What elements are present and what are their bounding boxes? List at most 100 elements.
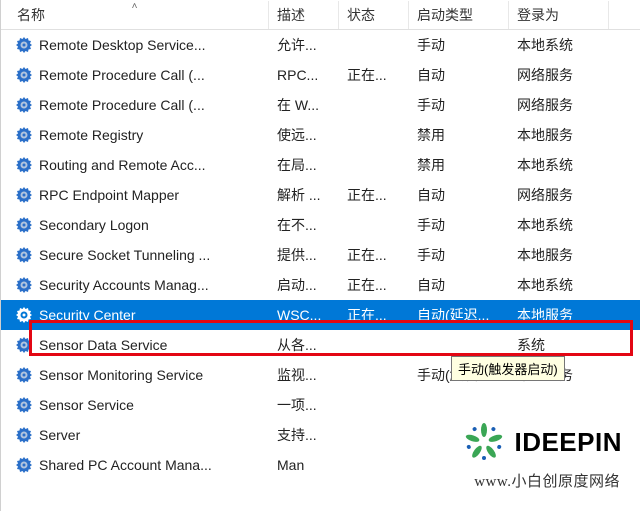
service-status-cell [339, 103, 409, 107]
service-status-cell [339, 403, 409, 407]
service-status-cell: 正在... [339, 63, 409, 87]
service-name-text: Sensor Service [39, 397, 134, 413]
service-startup-cell: 自动(延迟... [409, 303, 509, 327]
service-name-cell: Secure Socket Tunneling ... [1, 244, 269, 266]
service-name-cell: Sensor Service [1, 394, 269, 416]
service-gear-icon [15, 276, 33, 294]
service-name-text: Remote Procedure Call (... [39, 67, 205, 83]
service-name-cell: Remote Procedure Call (... [1, 64, 269, 86]
service-name-cell: Shared PC Account Mana... [1, 454, 269, 476]
service-row[interactable]: Remote Procedure Call (... 在 W... 手动网络服务 [1, 90, 640, 120]
header-startup-label: 启动类型 [417, 7, 473, 23]
service-login-cell: 网络服务 [509, 63, 609, 87]
tooltip: 手动(触发器启动) [451, 356, 565, 381]
header-login-label: 登录为 [517, 7, 559, 23]
service-status-cell [339, 223, 409, 227]
header-desc-label: 描述 [277, 7, 305, 23]
service-row[interactable]: Remote Procedure Call (...RPC...正在...自动网… [1, 60, 640, 90]
service-row[interactable]: Security CenterWSC...正在...自动(延迟...本地服务 [1, 300, 640, 330]
service-gear-icon [15, 96, 33, 114]
service-desc-cell: 监视... [269, 363, 339, 387]
service-name-cell: Security Accounts Manag... [1, 274, 269, 296]
service-row[interactable]: Secure Socket Tunneling ...提供...正在...手动本… [1, 240, 640, 270]
service-desc-cell: WSC... [269, 305, 339, 325]
service-name-text: RPC Endpoint Mapper [39, 187, 179, 203]
service-status-cell [339, 463, 409, 467]
service-login-cell: 本地系统 [509, 153, 609, 177]
watermark-site-text: www.小白创原度网络 [474, 474, 620, 490]
service-desc-cell: 在局... [269, 153, 339, 177]
service-startup-cell: 禁用 [409, 153, 509, 177]
service-login-cell: 网络服务 [509, 93, 609, 117]
service-name-text: Sensor Monitoring Service [39, 367, 203, 383]
service-row[interactable]: RPC Endpoint Mapper解析 ...正在...自动网络服务 [1, 180, 640, 210]
service-gear-icon [15, 306, 33, 324]
service-name-cell: Security Center [1, 304, 269, 326]
service-name-text: Remote Procedure Call (... [39, 97, 205, 113]
header-name[interactable]: 名称 ˄ [1, 1, 269, 29]
service-desc-cell: RPC... [269, 65, 339, 85]
service-gear-icon [15, 36, 33, 54]
service-login-cell: 系统 [509, 333, 609, 357]
service-desc-cell: 提供... [269, 243, 339, 267]
service-name-text: Security Accounts Manag... [39, 277, 209, 293]
service-gear-icon [15, 336, 33, 354]
service-row[interactable]: Secondary Logon在不...手动本地系统 [1, 210, 640, 240]
service-name-cell: RPC Endpoint Mapper [1, 184, 269, 206]
service-startup-cell: 手动 [409, 93, 509, 117]
service-row[interactable]: Remote Registry使远...禁用本地服务 [1, 120, 640, 150]
service-desc-cell: 解析 ... [269, 183, 339, 207]
header-login[interactable]: 登录为 [509, 1, 609, 29]
swirl-icon [460, 421, 508, 463]
service-startup-cell: 手动 [409, 213, 509, 237]
service-desc-cell: 在 W... [269, 93, 339, 117]
service-name-cell: Sensor Data Service [1, 334, 269, 356]
service-name-cell: Secondary Logon [1, 214, 269, 236]
watermark-logo: IDEEPIN [460, 421, 622, 463]
service-row[interactable]: Sensor Service 一项... [1, 390, 640, 420]
service-desc-cell: 一项... [269, 393, 339, 417]
header-status-label: 状态 [347, 7, 375, 23]
service-startup-cell: 禁用 [409, 123, 509, 147]
service-name-text: Secondary Logon [39, 217, 149, 233]
watermark-site: www.小白创原度网络 [474, 470, 620, 491]
service-gear-icon [15, 396, 33, 414]
service-login-cell [509, 403, 609, 407]
service-status-cell [339, 133, 409, 137]
header-status[interactable]: 状态 [339, 1, 409, 29]
service-name-text: Remote Registry [39, 127, 143, 143]
service-name-text: Security Center [39, 307, 135, 323]
service-gear-icon [15, 216, 33, 234]
service-status-cell [339, 373, 409, 377]
service-name-cell: Sensor Monitoring Service [1, 364, 269, 386]
service-name-cell: Remote Desktop Service... [1, 34, 269, 56]
service-desc-cell: 使远... [269, 123, 339, 147]
service-startup-cell: 自动 [409, 273, 509, 297]
service-startup-cell [409, 343, 509, 347]
service-status-cell: 正在... [339, 183, 409, 207]
service-name-text: Secure Socket Tunneling ... [39, 247, 210, 263]
service-row[interactable]: Routing and Remote Acc...在局...禁用本地系统 [1, 150, 640, 180]
header-startup[interactable]: 启动类型 [409, 1, 509, 29]
service-status-cell [339, 43, 409, 47]
service-gear-icon [15, 456, 33, 474]
service-gear-icon [15, 426, 33, 444]
service-startup-cell [409, 403, 509, 407]
service-name-cell: Server [1, 424, 269, 446]
service-name-cell: Remote Registry [1, 124, 269, 146]
service-name-text: Remote Desktop Service... [39, 37, 206, 53]
service-login-cell: 本地服务 [509, 243, 609, 267]
service-row[interactable]: Remote Desktop Service...允许...手动本地系统 [1, 30, 640, 60]
service-desc-cell: 在不... [269, 213, 339, 237]
service-login-cell: 本地系统 [509, 33, 609, 57]
service-gear-icon [15, 156, 33, 174]
service-startup-cell: 自动 [409, 183, 509, 207]
header-desc[interactable]: 描述 [269, 1, 339, 29]
tooltip-text: 手动(触发器启动) [458, 362, 558, 377]
service-status-cell: 正在... [339, 273, 409, 297]
sort-ascending-icon: ˄ [132, 1, 138, 12]
column-header-row: 名称 ˄ 描述 状态 启动类型 登录为 [1, 0, 640, 30]
service-desc-cell: 支持... [269, 423, 339, 447]
service-row[interactable]: Security Accounts Manag...启动...正在...自动本地… [1, 270, 640, 300]
service-status-cell: 正在... [339, 303, 409, 327]
